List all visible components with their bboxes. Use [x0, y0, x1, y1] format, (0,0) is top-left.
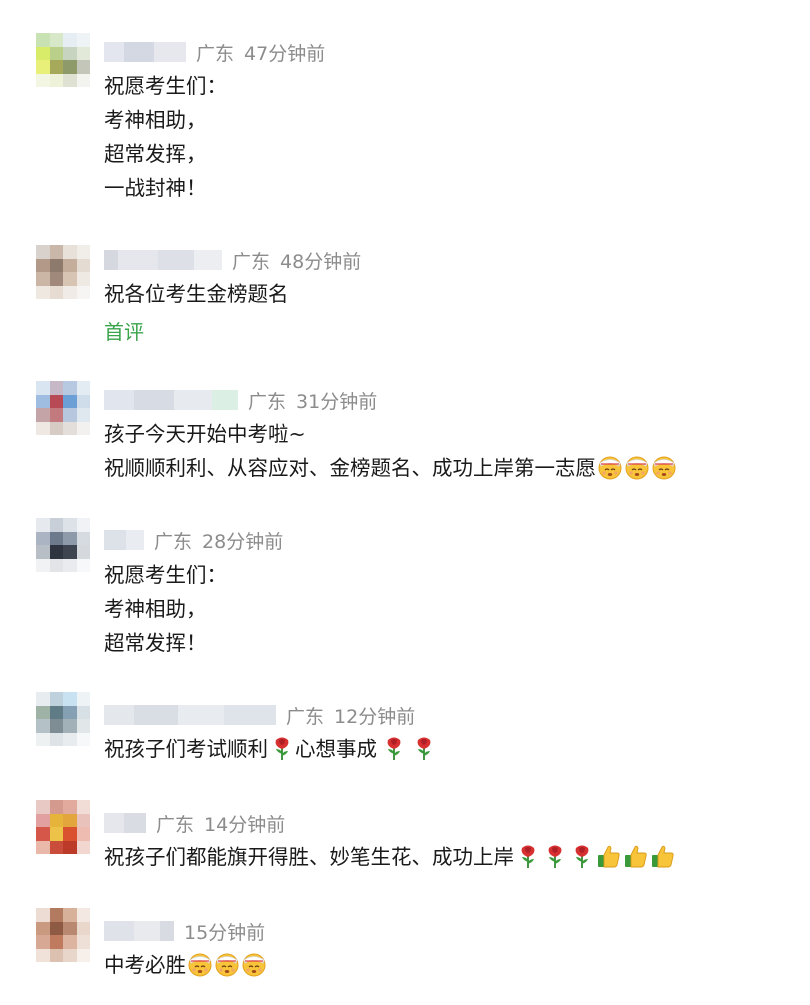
timestamp: 15分钟前	[184, 921, 266, 944]
comment-line-text: 祝顺顺利利、从容应对、金榜题名、成功上岸第一志愿	[104, 456, 596, 480]
location-label: 广东	[248, 390, 287, 413]
comment-meta: 广东 14分钟前	[104, 811, 286, 836]
comment-line: 考神相助，	[104, 108, 207, 132]
comment-meta: 广东 12分钟前	[104, 703, 416, 728]
avatar[interactable]	[36, 33, 90, 87]
timestamp: 47分钟前	[244, 42, 326, 65]
avatar[interactable]	[36, 908, 90, 962]
username-blurred[interactable]	[104, 705, 276, 725]
username-blurred[interactable]	[104, 390, 238, 410]
comment-line: 一战封神！	[104, 176, 207, 200]
thumbs-up-emoji	[650, 843, 676, 869]
comment-line: 祝愿考生们：	[104, 563, 227, 587]
rose-emoji	[411, 735, 437, 761]
comment-line: 超常发挥，	[104, 142, 207, 166]
comment-text: 祝孩子们考试顺利 心想事成	[104, 732, 437, 766]
avatar[interactable]	[36, 245, 90, 299]
timestamp: 31分钟前	[296, 390, 378, 413]
thumbs-up-emoji	[596, 843, 622, 869]
username-blurred[interactable]	[104, 813, 146, 833]
comment-line: 祝孩子们考试顺利 心想事成	[104, 732, 437, 766]
location-label: 广东	[286, 705, 325, 728]
location-label: 广东	[196, 42, 235, 65]
timestamp: 12分钟前	[334, 705, 416, 728]
comment-text: 祝孩子们都能旗开得胜、妙笔生花、成功上岸	[104, 840, 676, 874]
rose-emoji	[569, 843, 595, 869]
comment-line: 祝孩子们都能旗开得胜、妙笔生花、成功上岸	[104, 840, 676, 874]
avatar[interactable]	[36, 692, 90, 746]
comment-text: 祝愿考生们： 考神相助， 超常发挥， 一战封神！	[104, 69, 227, 205]
bandaged-face-emoji	[241, 951, 267, 977]
bandaged-face-emoji	[624, 454, 650, 480]
username-blurred[interactable]	[104, 921, 174, 941]
bandaged-face-emoji	[214, 951, 240, 977]
rose-emoji	[381, 735, 407, 761]
avatar[interactable]	[36, 800, 90, 854]
comment-text: 中考必胜	[104, 948, 267, 982]
comment-line: 孩子今天开始中考啦~	[104, 422, 306, 446]
comment-line: 祝顺顺利利、从容应对、金榜题名、成功上岸第一志愿	[104, 451, 677, 485]
comment-line: 祝愿考生们：	[104, 74, 227, 98]
comment-meta: 广东 31分钟前	[104, 388, 378, 413]
comment-meta: 广东 48分钟前	[104, 248, 362, 273]
comment-line-text: 祝孩子们考试顺利	[104, 737, 268, 761]
username-blurred[interactable]	[104, 530, 144, 550]
comment-meta: 广东 47分钟前	[104, 40, 326, 65]
location-label: 广东	[154, 530, 193, 553]
comment-line: 超常发挥！	[104, 631, 207, 655]
comment-text: 孩子今天开始中考啦~ 祝顺顺利利、从容应对、金榜题名、成功上岸第一志愿	[104, 417, 677, 485]
location-label: 广东	[156, 813, 195, 836]
comment-meta: 广东 28分钟前	[104, 528, 284, 553]
comment-line: 祝各位考生金榜题名	[104, 282, 289, 306]
avatar[interactable]	[36, 518, 90, 572]
comment-text: 祝愿考生们： 考神相助， 超常发挥！	[104, 558, 227, 660]
location-label: 广东	[232, 250, 271, 273]
timestamp: 48分钟前	[280, 250, 362, 273]
first-comment-badge: 首评	[104, 320, 144, 344]
bandaged-face-emoji	[187, 951, 213, 977]
username-blurred[interactable]	[104, 42, 186, 62]
timestamp: 28分钟前	[202, 530, 284, 553]
comment-meta: 15分钟前	[104, 919, 266, 944]
avatar[interactable]	[36, 381, 90, 435]
comment-text: 祝各位考生金榜题名	[104, 277, 289, 311]
timestamp: 14分钟前	[204, 813, 286, 836]
comment-line: 考神相助，	[104, 597, 207, 621]
thumbs-up-emoji	[623, 843, 649, 869]
comment-line-text: 中考必胜	[104, 953, 186, 977]
comment-line-text: 祝孩子们都能旗开得胜、妙笔生花、成功上岸	[104, 845, 514, 869]
rose-emoji	[269, 735, 295, 761]
rose-emoji	[542, 843, 568, 869]
comment-line-text: 心想事成	[295, 737, 377, 761]
comment-line: 中考必胜	[104, 948, 267, 982]
username-blurred[interactable]	[104, 250, 222, 270]
bandaged-face-emoji	[651, 454, 677, 480]
rose-emoji	[515, 843, 541, 869]
bandaged-face-emoji	[597, 454, 623, 480]
